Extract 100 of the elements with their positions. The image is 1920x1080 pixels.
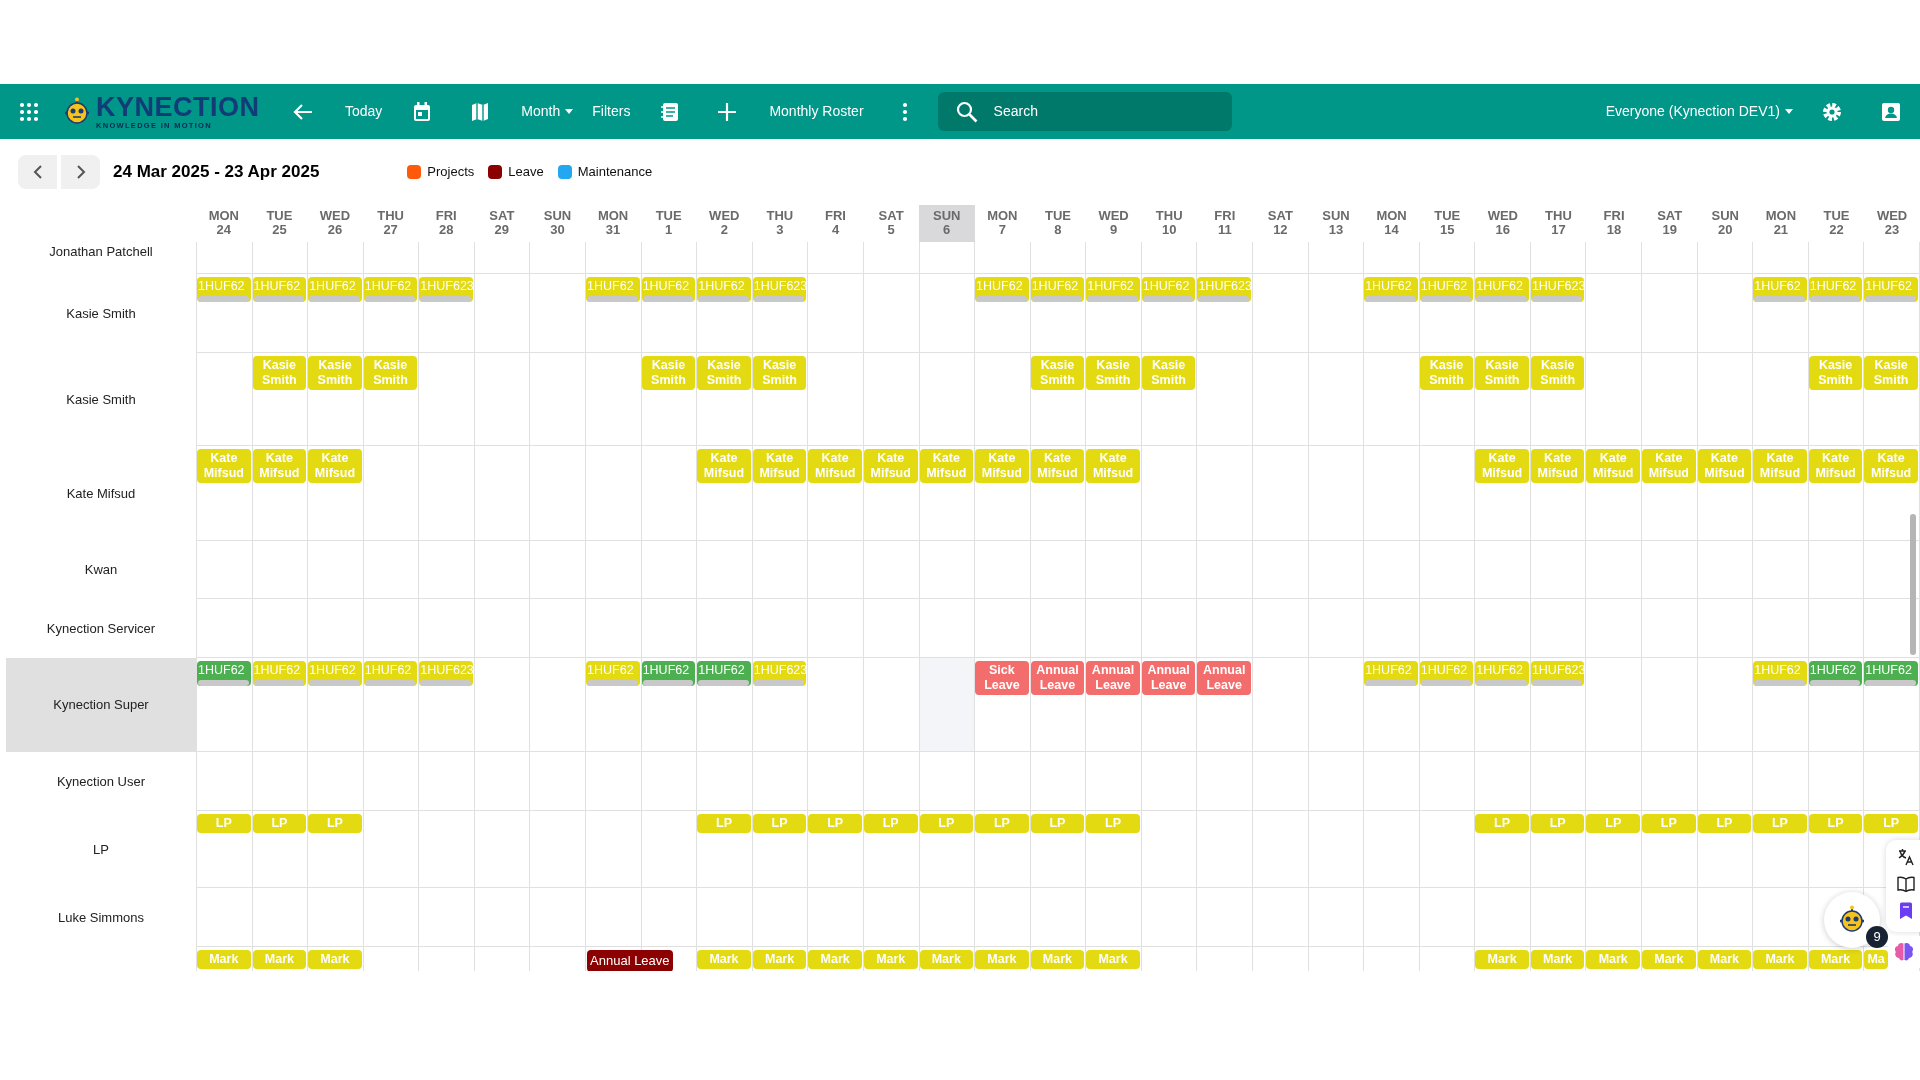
roster-event[interactable]: Kasie Smith xyxy=(363,356,418,390)
roster-event[interactable]: Kate Mifsud xyxy=(1530,449,1585,483)
person-name[interactable]: Luke Simmons xyxy=(6,888,196,947)
task-event[interactable]: 1HUF62 xyxy=(1141,277,1196,302)
roster-event[interactable]: Mark xyxy=(1530,950,1585,969)
task-event[interactable]: 1HUF62 xyxy=(1419,661,1474,686)
roster-event[interactable]: Mark xyxy=(1086,950,1140,969)
task-event[interactable]: 1HUF623 xyxy=(1530,661,1585,686)
roster-event[interactable]: LP xyxy=(197,814,251,833)
roster-event[interactable]: LP xyxy=(919,814,974,833)
task-event[interactable]: 1HUF62 xyxy=(1086,277,1140,302)
task-event[interactable]: 1HUF623 xyxy=(752,661,807,686)
roster-event[interactable]: Mark xyxy=(1475,950,1529,969)
translate-icon[interactable] xyxy=(1897,848,1915,866)
search-input[interactable]: Search xyxy=(991,100,1212,123)
roster-event[interactable]: Kate Mifsud xyxy=(1753,449,1807,483)
roster-event[interactable]: Mark xyxy=(1697,950,1752,969)
person-name[interactable]: Kynection Servicer xyxy=(6,599,196,658)
task-event[interactable]: 1HUF62 xyxy=(641,277,696,302)
roster-event[interactable]: LP xyxy=(975,814,1029,833)
roster-event[interactable]: LP xyxy=(1864,814,1918,833)
roster-event[interactable]: Ma xyxy=(1864,950,1888,969)
roster-event[interactable]: Kate Mifsud xyxy=(1864,449,1918,483)
task-event[interactable]: 1HUF62 xyxy=(308,661,362,686)
scrollbar-thumb[interactable] xyxy=(1910,514,1916,655)
task-event[interactable]: 1HUF62 xyxy=(1808,277,1863,302)
search-bar[interactable]: Search xyxy=(937,92,1232,131)
roster-event[interactable]: Kate Mifsud xyxy=(1642,449,1696,483)
person-name[interactable]: LP xyxy=(6,811,196,888)
roster-event[interactable]: Kate Mifsud xyxy=(752,449,807,483)
roster-event[interactable]: Kate Mifsud xyxy=(863,449,918,483)
roster-event[interactable]: LP xyxy=(808,814,862,833)
task-event[interactable]: 1HUF62 xyxy=(1864,661,1918,686)
roster-event[interactable]: Kasie Smith xyxy=(1086,356,1140,390)
task-event[interactable]: 1HUF62 xyxy=(197,661,251,686)
roster-event[interactable]: Kasie Smith xyxy=(752,356,807,390)
roster-event[interactable]: Mark xyxy=(697,950,751,969)
roster-event[interactable]: Annual Leave xyxy=(1197,661,1251,695)
task-event[interactable]: 1HUF62 xyxy=(586,277,640,302)
roster-event[interactable]: LP xyxy=(252,814,307,833)
person-name[interactable]: Jonathan Patchell xyxy=(6,242,196,274)
roster-event[interactable]: Kate Mifsud xyxy=(1586,449,1641,483)
roster-event[interactable]: Kasie Smith xyxy=(252,356,307,390)
roster-event[interactable]: Kasie Smith xyxy=(1141,356,1196,390)
roster-event[interactable]: Kasie Smith xyxy=(1530,356,1585,390)
roster-event[interactable]: Mark xyxy=(975,950,1029,969)
roster-event[interactable]: Kate Mifsud xyxy=(1475,449,1529,483)
roster-event[interactable]: Kasie Smith xyxy=(1475,356,1529,390)
roster-event[interactable]: Annual Leave xyxy=(1086,661,1140,695)
person-name[interactable]: Kasie Smith xyxy=(6,274,196,353)
task-event[interactable]: 1HUF62 xyxy=(1475,661,1529,686)
person-name[interactable]: Kate Mifsud xyxy=(6,446,196,541)
scope-dropdown[interactable]: Everyone (Kynection DEV1) xyxy=(1605,101,1793,122)
roster-event[interactable]: Kate Mifsud xyxy=(808,449,862,483)
roster-event[interactable]: Kate Mifsud xyxy=(919,449,974,483)
task-event[interactable]: 1HUF62 xyxy=(1030,277,1085,302)
task-event[interactable]: 1HUF623 xyxy=(419,277,473,302)
task-event[interactable]: 1HUF623 xyxy=(419,661,473,686)
task-event[interactable]: 1HUF62 xyxy=(363,661,418,686)
person-name[interactable]: Kynection User xyxy=(6,752,196,811)
roster-event[interactable]: Mark xyxy=(1808,950,1863,969)
task-event[interactable]: 1HUF62 xyxy=(1864,277,1918,302)
roster-event[interactable]: Mark xyxy=(1642,950,1696,969)
previous-button[interactable] xyxy=(18,155,57,189)
roster-event[interactable]: Kate Mifsud xyxy=(308,449,362,483)
task-event[interactable]: 1HUF62 xyxy=(1364,277,1418,302)
task-event[interactable]: 1HUF62 xyxy=(975,277,1029,302)
roster-event[interactable]: LP xyxy=(1753,814,1807,833)
roster-event[interactable]: Kate Mifsud xyxy=(1030,449,1085,483)
today-button[interactable]: Today xyxy=(345,101,383,122)
roster-event[interactable]: Kasie Smith xyxy=(697,356,751,390)
task-event[interactable]: 1HUF62 xyxy=(1475,277,1529,302)
roster-event[interactable]: Mark xyxy=(1030,950,1085,969)
roster-event[interactable]: Mark xyxy=(197,950,251,969)
roster-event[interactable]: Kasie Smith xyxy=(1030,356,1085,390)
person-name[interactable]: Kwan xyxy=(6,541,196,599)
roster-event[interactable]: LP xyxy=(1030,814,1085,833)
task-event[interactable]: 1HUF62 xyxy=(697,661,751,686)
roster-event[interactable]: Mark xyxy=(308,950,362,969)
task-event[interactable]: 1HUF62 xyxy=(197,277,251,302)
task-event[interactable]: 1HUF62 xyxy=(1419,277,1474,302)
next-button[interactable] xyxy=(61,155,100,189)
roster-event[interactable]: Kasie Smith xyxy=(1419,356,1474,390)
roster-event[interactable]: Mark xyxy=(808,950,862,969)
task-event[interactable]: 1HUF62 xyxy=(363,277,418,302)
task-event[interactable]: 1HUF62 xyxy=(308,277,362,302)
roster-event[interactable]: LP xyxy=(697,814,751,833)
roster-event[interactable]: LP xyxy=(1697,814,1752,833)
roster-event[interactable]: LP xyxy=(1530,814,1585,833)
view-dropdown[interactable]: Month xyxy=(521,101,574,122)
roster-event[interactable]: Mark xyxy=(1753,950,1807,969)
leave-event[interactable]: Annual Leave xyxy=(587,950,673,971)
book-icon[interactable] xyxy=(1897,876,1915,892)
roster-event[interactable]: LP xyxy=(1586,814,1641,833)
roster-button[interactable]: Monthly Roster xyxy=(769,101,864,122)
task-event[interactable]: 1HUF62 xyxy=(1753,661,1807,686)
roster-event[interactable]: LP xyxy=(1086,814,1140,833)
roster-event[interactable]: Kate Mifsud xyxy=(1697,449,1752,483)
assistant-button[interactable] xyxy=(1824,892,1880,948)
person-name[interactable]: Kynection Super xyxy=(6,658,196,752)
